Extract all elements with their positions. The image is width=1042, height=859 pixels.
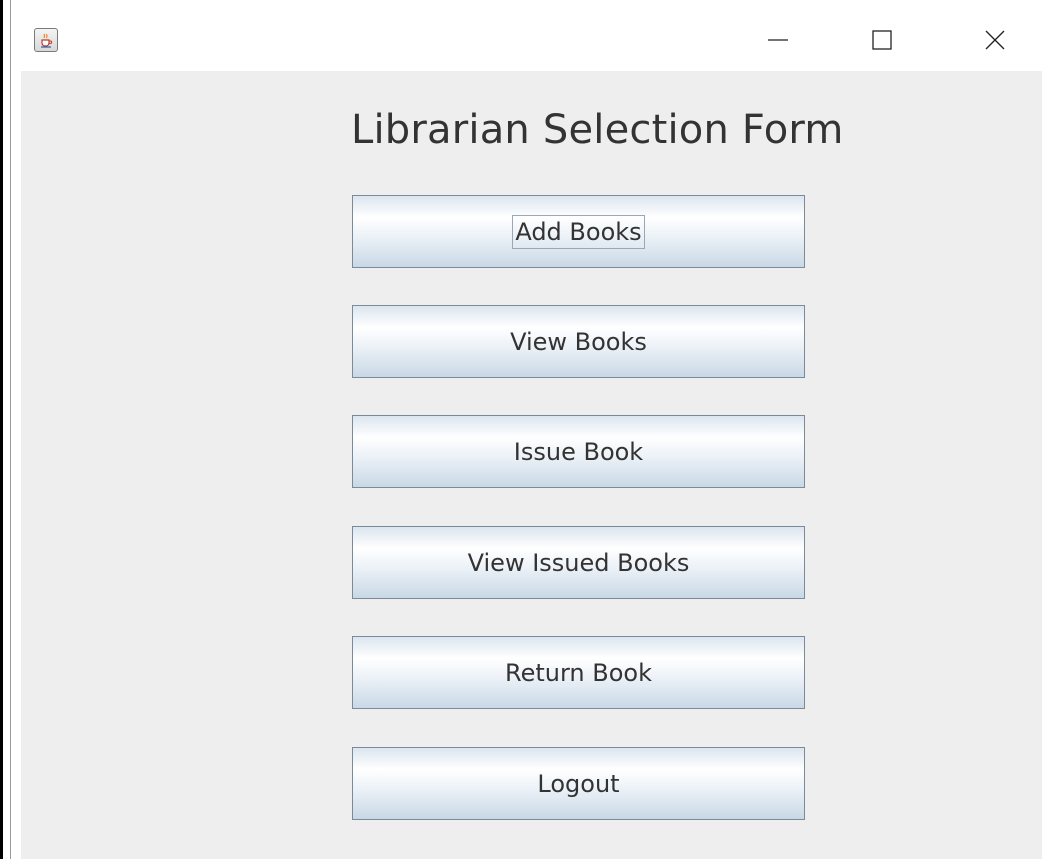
button-label: View Issued Books — [467, 548, 690, 577]
button-label: Logout — [537, 769, 620, 798]
form-title: Librarian Selection Form — [351, 107, 844, 153]
button-label: Return Book — [505, 658, 652, 687]
app-window: Librarian Selection Form Add Books View … — [10, 0, 1042, 859]
maximize-button[interactable] — [856, 20, 908, 60]
maximize-icon — [872, 30, 892, 50]
issue-book-button[interactable]: Issue Book — [352, 415, 805, 488]
view-books-button[interactable]: View Books — [352, 305, 805, 378]
outer-border — [0, 0, 3, 859]
minimize-icon — [768, 39, 788, 41]
form-content: Librarian Selection Form Add Books View … — [21, 71, 1042, 859]
title-bar[interactable] — [11, 0, 1042, 71]
close-button[interactable] — [969, 20, 1021, 60]
java-cup-icon[interactable] — [34, 28, 58, 52]
button-label: View Books — [510, 327, 647, 356]
minimize-button[interactable] — [752, 20, 804, 60]
logout-button[interactable]: Logout — [352, 747, 805, 820]
view-issued-books-button[interactable]: View Issued Books — [352, 526, 805, 599]
button-label: Issue Book — [513, 437, 644, 466]
return-book-button[interactable]: Return Book — [352, 636, 805, 709]
add-books-button[interactable]: Add Books — [352, 195, 805, 268]
button-label: Add Books — [512, 214, 645, 249]
close-icon — [985, 30, 1005, 50]
